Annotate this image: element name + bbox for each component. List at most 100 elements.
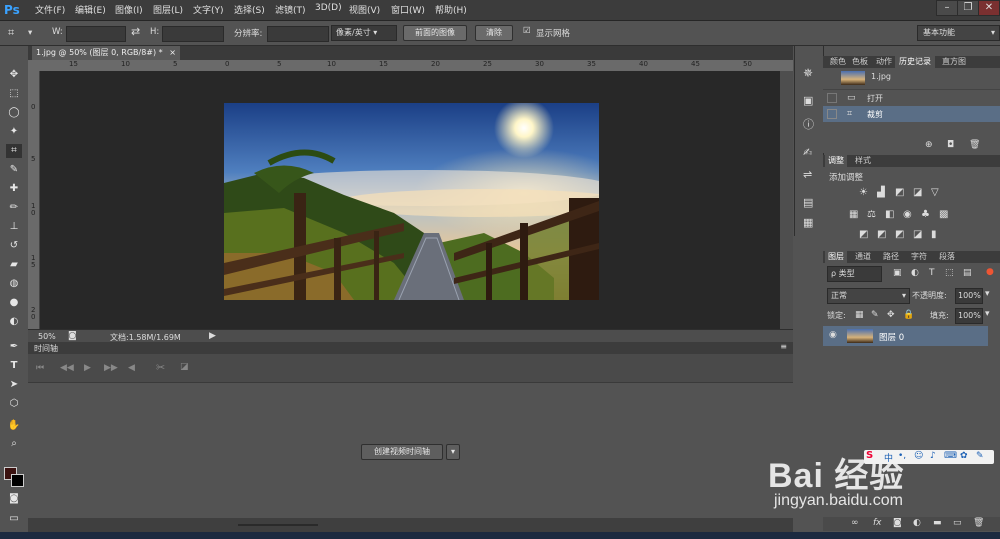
menu-select[interactable]: 选择(S) bbox=[234, 3, 265, 16]
crop-tool-icon[interactable]: ⌗ bbox=[6, 144, 22, 158]
create-video-timeline-button[interactable]: 创建视频时间轴 bbox=[361, 444, 443, 460]
filter-smart-object-icon[interactable]: ▤ bbox=[963, 268, 972, 278]
fill-dropdown-icon[interactable]: ▾ bbox=[985, 309, 990, 319]
marquee-tool-icon[interactable]: ⬚ bbox=[6, 87, 22, 101]
menu-layer[interactable]: 图层(L) bbox=[153, 3, 183, 16]
timeline-zoom-slider[interactable] bbox=[238, 524, 318, 526]
dodge-tool-icon[interactable]: ◐ bbox=[6, 315, 22, 329]
compass-icon[interactable]: ✵ bbox=[803, 66, 813, 80]
adjust-icon[interactable]: ⇌ bbox=[803, 168, 812, 181]
history-item[interactable]: ▭ 打开 bbox=[823, 89, 1000, 106]
history-checkbox[interactable] bbox=[827, 93, 837, 103]
ime-emoji-icon[interactable]: ☺ bbox=[914, 451, 923, 461]
create-timeline-dropdown-icon[interactable]: ▾ bbox=[446, 444, 460, 460]
menu-image[interactable]: 图像(I) bbox=[115, 3, 143, 16]
threshold-icon[interactable]: ◩ bbox=[895, 229, 904, 240]
posterize-icon[interactable]: ◩ bbox=[877, 229, 886, 240]
pen-tool-icon[interactable]: ✒ bbox=[6, 340, 22, 354]
close-button[interactable]: ✕ bbox=[978, 0, 1000, 16]
ime-keyboard-icon[interactable]: ⌨ bbox=[944, 451, 957, 461]
history-item-active[interactable]: ⌗ 裁剪 bbox=[823, 106, 1000, 122]
status-menu-arrow-icon[interactable]: ▶ bbox=[209, 331, 216, 341]
tab-styles[interactable]: 样式 bbox=[851, 155, 875, 167]
zoom-tool-icon[interactable]: ⌕ bbox=[6, 437, 22, 451]
menu-edit[interactable]: 编辑(E) bbox=[75, 3, 106, 16]
lock-transparency-icon[interactable]: ▦ bbox=[855, 310, 864, 320]
share-icon[interactable]: ◙ bbox=[68, 331, 77, 341]
menu-3d[interactable]: 3D(D) bbox=[315, 3, 342, 13]
lock-all-icon[interactable]: 🔒 bbox=[903, 310, 914, 320]
tab-histogram[interactable]: 直方图 bbox=[937, 56, 971, 68]
transition-icon[interactable]: ◪ bbox=[180, 362, 189, 372]
tab-adjustments[interactable]: 调整 bbox=[825, 155, 847, 167]
filter-adjustment-icon[interactable]: ◐ bbox=[911, 268, 919, 278]
color-balance-icon[interactable]: ⚖ bbox=[867, 209, 876, 220]
color-lookup-icon[interactable]: ▩ bbox=[939, 209, 948, 220]
screen-mode-icon[interactable]: ▭ bbox=[6, 512, 22, 526]
layer-kind-select[interactable]: ρ 类型 bbox=[827, 266, 882, 282]
tab-color[interactable]: 颜色 bbox=[827, 56, 849, 68]
background-color-swatch[interactable] bbox=[11, 474, 24, 487]
photo-filter-icon[interactable]: ◉ bbox=[903, 209, 912, 220]
opacity-dropdown-icon[interactable]: ▾ bbox=[985, 289, 990, 299]
hue-saturation-icon[interactable]: ▦ bbox=[849, 209, 858, 220]
first-frame-icon[interactable]: ⏮ bbox=[36, 363, 44, 373]
layer-name[interactable]: 图层 0 bbox=[879, 331, 904, 343]
filter-pixel-icon[interactable]: ▣ bbox=[893, 268, 902, 278]
exposure-icon[interactable]: ◪ bbox=[913, 187, 922, 198]
info-icon[interactable]: ⓘ bbox=[803, 116, 814, 132]
previous-frame-icon[interactable]: ◀◀ bbox=[60, 363, 74, 373]
ruler-vertical[interactable]: 0 5 1 0 1 5 2 0 bbox=[28, 71, 40, 329]
play-icon[interactable]: ▶ bbox=[84, 363, 91, 373]
menu-view[interactable]: 视图(V) bbox=[349, 3, 380, 16]
history-checkbox[interactable] bbox=[827, 109, 837, 119]
front-image-button[interactable]: 前面的图像 bbox=[403, 25, 467, 41]
ime-punct-icon[interactable]: •, bbox=[898, 451, 906, 461]
paragraph-icon[interactable]: ▤ bbox=[803, 196, 813, 209]
layer-row[interactable]: ◉ 图层 0 bbox=[823, 326, 988, 346]
trash-icon[interactable]: 🗑 bbox=[969, 140, 980, 150]
menu-file[interactable]: 文件(F) bbox=[35, 3, 65, 16]
lock-pixels-icon[interactable]: ✎ bbox=[871, 310, 879, 320]
camera-icon[interactable]: ◘ bbox=[947, 140, 954, 150]
document-image[interactable] bbox=[224, 103, 599, 300]
history-brush-tool-icon[interactable]: ↺ bbox=[6, 239, 22, 253]
curves-icon[interactable]: ◩ bbox=[895, 187, 904, 198]
tab-character[interactable]: 字符 bbox=[907, 251, 931, 263]
lasso-tool-icon[interactable]: ◯ bbox=[6, 106, 22, 120]
hand-tool-icon[interactable]: ✋ bbox=[6, 419, 22, 433]
tool-preset-chevron-icon[interactable]: ▾ bbox=[28, 28, 32, 38]
audio-icon[interactable]: ◀ bbox=[128, 363, 135, 373]
menu-type[interactable]: 文字(Y) bbox=[193, 3, 224, 16]
paint-bucket-tool-icon[interactable]: ◍ bbox=[6, 277, 22, 291]
minimize-button[interactable]: – bbox=[936, 0, 958, 16]
opacity-input[interactable]: 100% bbox=[955, 288, 983, 304]
swap-icon[interactable]: ⇄ bbox=[131, 25, 140, 38]
magic-wand-tool-icon[interactable]: ✦ bbox=[6, 125, 22, 139]
eyedropper-tool-icon[interactable]: ✎ bbox=[6, 163, 22, 177]
height-input[interactable] bbox=[162, 26, 224, 42]
vibrance-icon[interactable]: ▽ bbox=[931, 187, 939, 198]
crop-tool-icon[interactable]: ⌗ bbox=[8, 26, 14, 40]
restore-button[interactable]: ❐ bbox=[957, 0, 979, 16]
eraser-tool-icon[interactable]: ▰ bbox=[6, 258, 22, 272]
blur-tool-icon[interactable]: ● bbox=[6, 296, 22, 310]
timeline-title[interactable]: 时间轴 bbox=[34, 343, 58, 354]
blend-mode-select[interactable]: 正常 ▾ bbox=[827, 288, 910, 304]
channel-mixer-icon[interactable]: ♣ bbox=[921, 209, 930, 220]
gradient-map-icon[interactable]: ◪ bbox=[913, 229, 922, 240]
ime-toolbar[interactable]: S 中 •, ☺ ♪ ⌨ ✿ ✎ bbox=[864, 450, 994, 464]
menu-window[interactable]: 窗口(W) bbox=[391, 3, 425, 16]
menu-filter[interactable]: 滤镜(T) bbox=[275, 3, 306, 16]
ime-mode-icon[interactable]: 中 bbox=[884, 451, 893, 464]
black-white-icon[interactable]: ◧ bbox=[885, 209, 894, 220]
new-document-from-state-icon[interactable]: ⊕ bbox=[925, 140, 933, 150]
filter-toggle-icon[interactable]: ● bbox=[986, 267, 994, 277]
shape-tool-icon[interactable]: ⬡ bbox=[6, 397, 22, 411]
character-icon[interactable]: ▦ bbox=[803, 216, 813, 229]
filter-shape-icon[interactable]: ⬚ bbox=[945, 268, 954, 278]
filter-type-icon[interactable]: T bbox=[929, 268, 935, 278]
resolution-input[interactable] bbox=[267, 26, 329, 42]
type-tool-icon[interactable]: T bbox=[6, 359, 22, 373]
tab-layers[interactable]: 图层 bbox=[825, 251, 847, 263]
